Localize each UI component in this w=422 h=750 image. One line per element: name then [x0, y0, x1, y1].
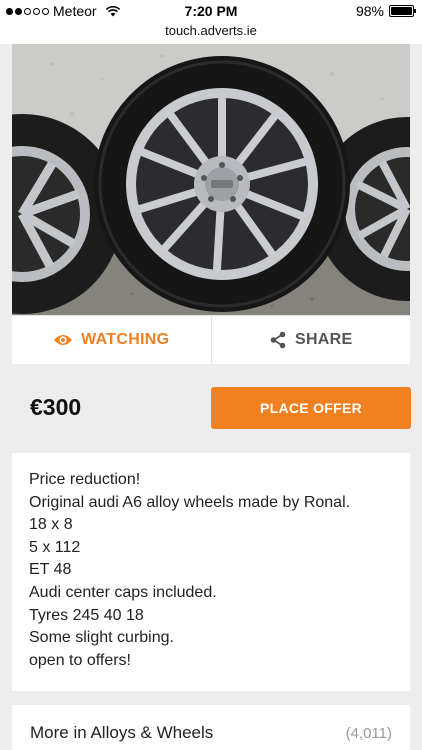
- listing-price: €300: [30, 394, 82, 420]
- url-bar[interactable]: touch.adverts.ie: [0, 22, 422, 44]
- listing-photo[interactable]: [12, 44, 410, 315]
- watching-button[interactable]: WATCHING: [12, 316, 211, 364]
- watching-label: WATCHING: [81, 331, 170, 348]
- description-line: Some slight curbing.: [29, 629, 174, 647]
- description-line: 18 x 8: [29, 516, 73, 534]
- more-in-category-link[interactable]: More in Alloys & Wheels (4,011): [12, 705, 410, 750]
- eye-icon: [54, 335, 73, 345]
- description-line: ET 48: [29, 561, 72, 579]
- place-offer-button[interactable]: PLACE OFFER: [211, 387, 411, 429]
- description-line: Tyres 245 40 18: [29, 606, 144, 624]
- status-bar: Meteor 7:20 PM 98%: [0, 0, 422, 22]
- description-line: 5 x 112: [29, 538, 81, 556]
- share-button[interactable]: SHARE: [210, 316, 411, 364]
- description-line: open to offers!: [29, 651, 131, 669]
- description-line: Price reduction!: [29, 471, 141, 488]
- action-bar: WATCHING SHARE: [12, 315, 410, 364]
- more-count: (4,011): [345, 725, 392, 742]
- description-card: Price reduction! Original audi A6 alloy …: [12, 453, 410, 691]
- status-right: 98%: [355, 3, 416, 19]
- battery-icon: [389, 5, 416, 17]
- description-line: Audi center caps included.: [29, 583, 217, 601]
- alloy-wheels-image: [12, 44, 410, 315]
- center-wheel: [94, 56, 350, 312]
- more-title: More in Alloys & Wheels: [30, 723, 214, 742]
- share-icon: [270, 331, 286, 349]
- description-line: Original audi A6 alloy wheels made by Ro…: [29, 493, 351, 511]
- share-label: SHARE: [294, 331, 353, 348]
- battery-percent: 98%: [355, 3, 384, 19]
